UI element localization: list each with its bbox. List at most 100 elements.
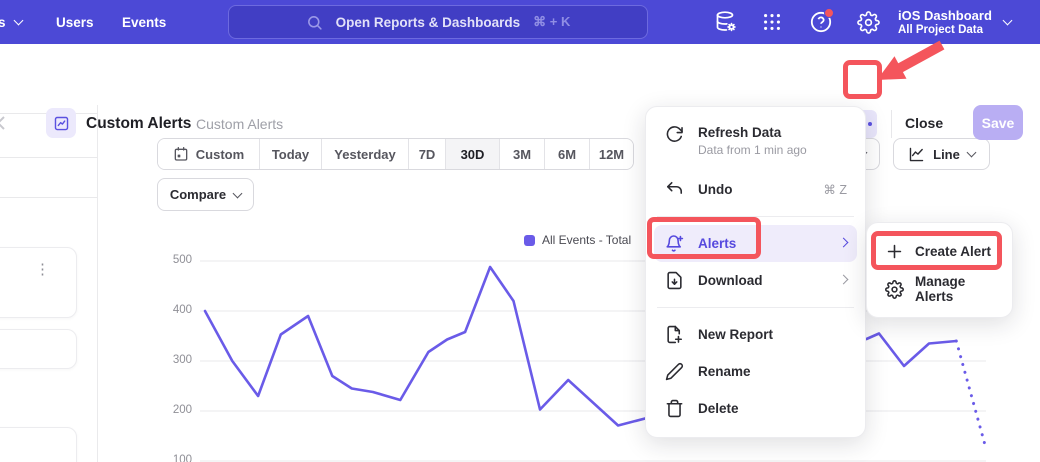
submenu-item-label: Create Alert [915,244,991,259]
chart-legend: All Events - Total [524,233,631,247]
menu-item-undo[interactable]: Undo ⌘ Z [654,171,857,208]
close-button[interactable]: Close [905,115,943,131]
menu-separator [657,307,854,308]
chevron-down-icon [966,148,976,158]
download-file-icon [665,271,684,290]
nav-item-events-label: Events [122,15,166,30]
project-name: iOS Dashboard [898,8,992,23]
legend-swatch [524,235,535,246]
sidebar-card[interactable] [0,329,77,369]
search-icon [306,14,323,31]
line-chart-icon [53,115,70,132]
menu-item-refresh-data[interactable]: Refresh Data Data from 1 min ago [654,117,857,171]
date-range-3m[interactable]: 3M [499,139,544,169]
date-range-30d-active[interactable]: 30D [445,139,499,169]
submenu-item-manage-alerts[interactable]: Manage Alerts [874,270,1005,308]
menu-item-label: Undo [698,182,733,197]
menu-item-shortcut: ⌘ Z [823,182,847,197]
breadcrumb: Custom Alerts [196,116,283,132]
kebab-menu-icon[interactable]: ⋮ [35,260,50,278]
pencil-icon [665,362,684,381]
legend-label: All Events - Total [542,233,631,247]
menu-item-label: Download [698,273,763,288]
report-options-menu: Refresh Data Data from 1 min ago Undo ⌘ … [645,106,866,438]
global-search-input[interactable]: Open Reports & Dashboards ⌘ + K [228,5,648,39]
chevron-down-icon [13,16,23,26]
header-divider [891,110,892,138]
date-range-yesterday[interactable]: Yesterday [321,139,408,169]
chevron-down-icon [1002,16,1012,26]
compare-button[interactable]: Compare [157,178,254,211]
nav-item-users-label: Users [56,15,94,30]
report-header: Custom Alerts Custom Alerts GV Duplicate… [0,44,1040,105]
gear-icon [885,280,904,299]
search-placeholder: Open Reports & Dashboards [336,15,521,30]
alerts-submenu: Create Alert Manage Alerts [866,222,1013,318]
date-range-12m[interactable]: 12M [589,139,633,169]
help-notification-dot [824,8,834,18]
data-management-button[interactable] [712,8,740,36]
undo-icon [665,180,684,199]
chart-type-label: Line [933,147,960,162]
y-axis-label: 400 [158,304,192,316]
y-axis-label: 500 [158,254,192,266]
app-root: s Users Events Open Reports & Dashboards… [0,0,1040,462]
project-scope: All Project Data [898,23,992,37]
chevron-down-icon [233,188,243,198]
apps-grid-icon [761,11,783,33]
y-axis-label: 300 [158,354,192,366]
sidebar-card[interactable] [0,427,77,462]
top-nav: s Users Events Open Reports & Dashboards… [0,0,1040,44]
y-axis-label: 100 [158,454,192,462]
calendar-icon [173,146,189,162]
date-range-6m[interactable]: 6M [544,139,589,169]
date-range-selector: Custom Today Yesterday 7D 30D 3M 6M 12M [157,138,634,170]
menu-item-alerts[interactable]: Alerts [654,225,857,262]
nav-item-truncated[interactable]: s [0,0,22,44]
apps-grid-button[interactable] [758,8,786,36]
refresh-icon [665,125,684,144]
menu-item-label: New Report [698,327,773,342]
y-axis-label: 200 [158,404,192,416]
plus-icon [885,242,904,261]
menu-item-delete[interactable]: Delete [654,390,857,427]
date-range-today[interactable]: Today [259,139,321,169]
bell-plus-icon [665,234,684,253]
save-button[interactable]: Save [973,105,1023,140]
sidebar-divider [0,157,97,158]
compare-label: Compare [170,187,226,202]
trash-icon [665,399,684,418]
menu-item-rename[interactable]: Rename [654,353,857,390]
submenu-item-create-alert[interactable]: Create Alert [874,232,1005,270]
chevron-right-icon [839,274,849,284]
chart-type-button[interactable]: Line [893,138,990,170]
menu-item-download[interactable]: Download [654,262,857,299]
project-switcher[interactable]: iOS Dashboard All Project Data [898,0,1011,44]
line-chart-type-icon [908,146,925,163]
date-range-custom[interactable]: Custom [158,139,259,169]
chevron-right-icon [839,237,849,247]
menu-item-label: Refresh Data [698,125,807,140]
sidebar-card[interactable]: ⋮ [0,247,77,318]
database-gear-icon [714,10,738,34]
gear-icon [857,11,880,34]
sidebar-divider [0,197,97,198]
menu-item-label: Rename [698,364,751,379]
menu-item-new-report[interactable]: New Report [654,316,857,353]
nav-item-users[interactable]: Users [56,0,94,44]
collapse-sidebar-icon[interactable] [0,116,5,130]
help-button[interactable] [807,8,835,36]
menu-item-label: Alerts [698,236,736,251]
menu-item-sublabel: Data from 1 min ago [698,143,807,157]
date-range-label: Custom [196,147,244,162]
date-range-7d[interactable]: 7D [408,139,445,169]
nav-item-events[interactable]: Events [122,0,166,44]
settings-button[interactable] [854,8,882,36]
menu-separator [657,216,854,217]
series-line-dotted-tail [956,341,986,449]
page-title: Custom Alerts [86,115,191,133]
report-type-icon [46,108,76,138]
nav-item-truncated-label: s [0,15,6,30]
file-plus-icon [665,325,684,344]
left-sidebar: ⋮ [0,105,98,462]
